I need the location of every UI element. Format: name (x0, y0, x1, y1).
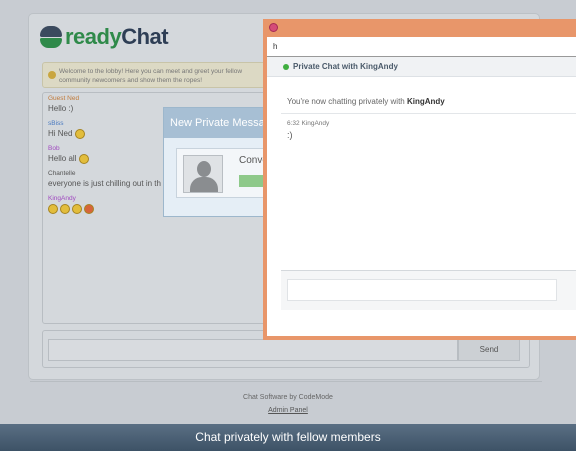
chat-partner-name: KingAndy (406, 97, 445, 106)
smiley-icon (60, 203, 70, 214)
smiley-icon (74, 128, 85, 139)
window-titlebar[interactable] (263, 19, 576, 37)
new-private-messages-popup: New Private Messages Conve (163, 107, 279, 217)
private-chat-title: Private Chat with KingAndy (293, 62, 398, 71)
private-message-text: :) (287, 130, 293, 140)
message-text: Hello all (48, 154, 77, 163)
info-icon (48, 71, 56, 79)
footer-divider (30, 381, 542, 382)
devil-smiley-icon (84, 203, 94, 214)
smiley-icon (72, 203, 82, 214)
admin-panel-link[interactable]: Admin Panel (268, 407, 308, 414)
send-button[interactable]: Send (458, 339, 520, 361)
footer-credit: Chat Software by CodeMode (243, 394, 333, 401)
online-status-icon (283, 64, 289, 70)
private-chat-header: Private Chat with KingAndy (267, 57, 576, 77)
private-chat-content: Private Chat with KingAndy You're now ch… (267, 57, 576, 336)
logo-text-ready: ready (65, 24, 122, 49)
welcome-banner: Welcome to the lobby! Here you can meet … (42, 62, 272, 88)
smiley-icon (78, 153, 89, 164)
private-chat-intro: You're now chatting privately with KingA… (287, 97, 445, 106)
readychat-logo: ready Chat (40, 24, 169, 50)
logo-icon (40, 26, 62, 48)
private-message-input[interactable] (287, 279, 557, 301)
caption-bar: Chat privately with fellow members (0, 424, 576, 451)
message-author[interactable]: Guest Ned (48, 95, 268, 103)
logo-text-chat: Chat (121, 24, 169, 49)
welcome-text: Welcome to the lobby! Here you can meet … (59, 68, 243, 84)
avatar-icon (183, 155, 223, 193)
popup-title: New Private Messages (164, 108, 272, 138)
divider (281, 113, 576, 114)
message-text: Hi Ned (48, 129, 73, 138)
conversation-item[interactable]: Conve (176, 148, 279, 198)
message-meta: 6:32 KingAndy (287, 120, 330, 127)
close-icon[interactable] (269, 23, 278, 32)
message-input[interactable] (48, 339, 458, 361)
smiley-icon (48, 203, 58, 214)
private-chat-window: h Private Chat with KingAndy You're now … (263, 19, 576, 340)
address-bar[interactable]: h (267, 37, 576, 57)
